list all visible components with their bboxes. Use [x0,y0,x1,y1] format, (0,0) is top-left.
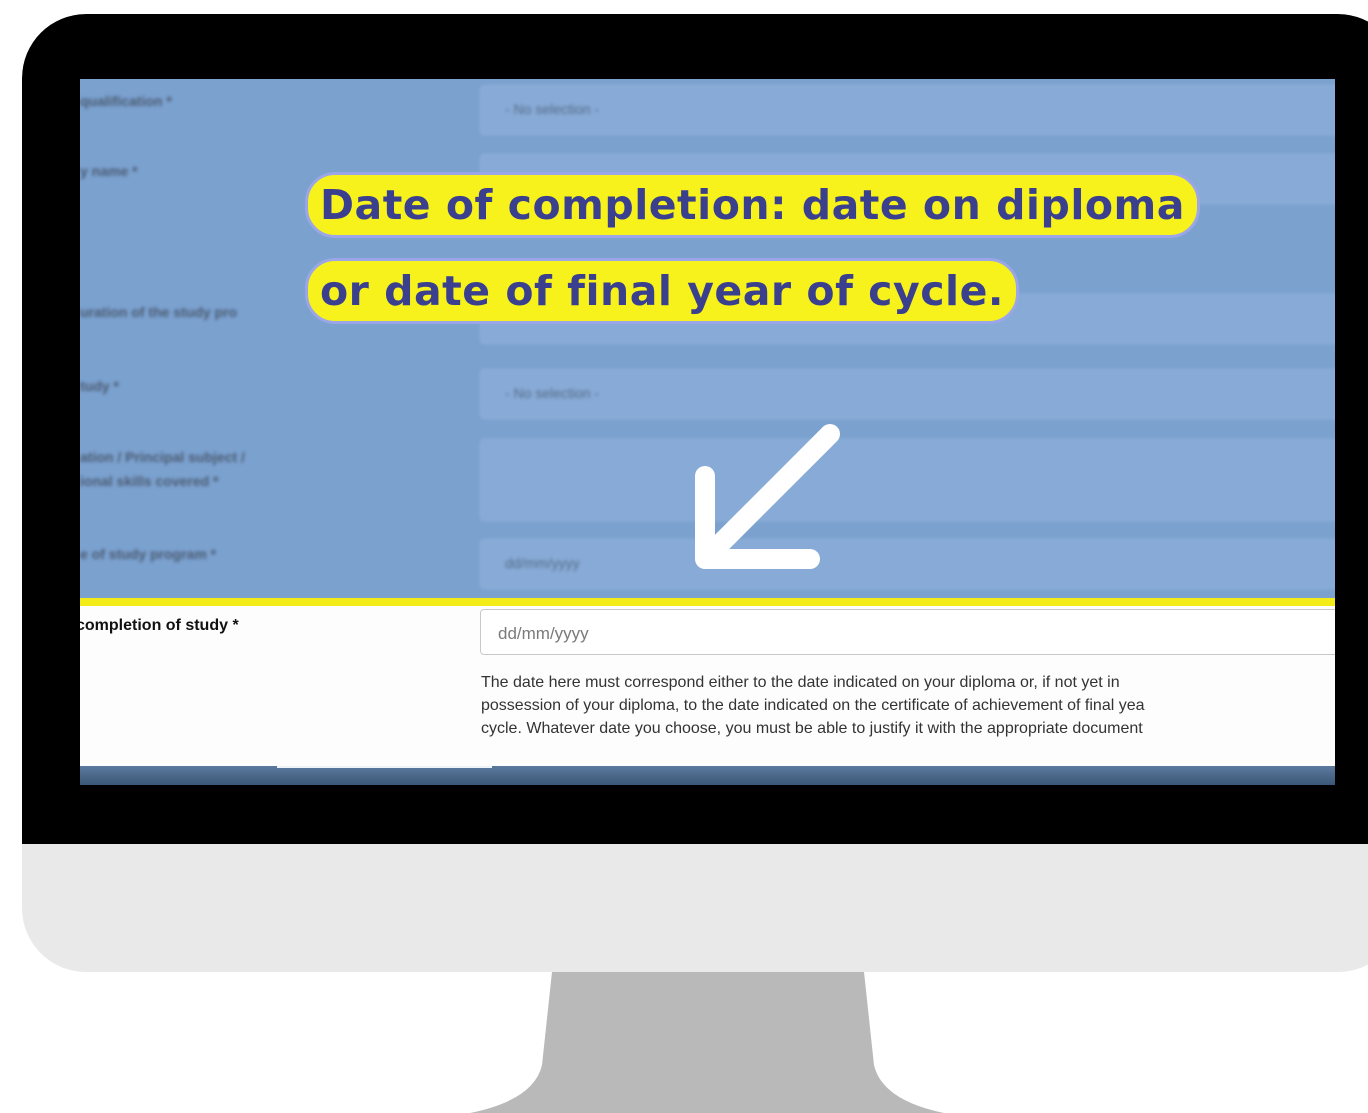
monitor-stand [470,972,944,1113]
